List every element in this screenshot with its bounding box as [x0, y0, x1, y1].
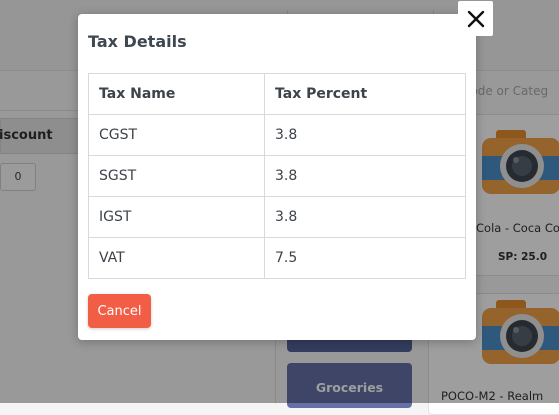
close-button[interactable]: [458, 1, 493, 36]
tax-name-cell: IGST: [88, 196, 265, 238]
tax-details-modal: Tax Details Tax Name Tax Percent CGST 3.…: [78, 14, 476, 340]
modal-title: Tax Details: [88, 32, 187, 51]
tax-percent-cell: 3.8: [264, 196, 466, 238]
tax-table: Tax Name Tax Percent CGST 3.8 SGST 3.8 I…: [88, 73, 466, 279]
table-row: IGST 3.8: [88, 196, 466, 238]
close-icon: [467, 10, 484, 27]
table-header-row: Tax Name Tax Percent: [88, 73, 466, 115]
tax-name-cell: SGST: [88, 155, 265, 197]
table-row: VAT 7.5: [88, 237, 466, 279]
tax-name-cell: CGST: [88, 114, 265, 156]
table-row: SGST 3.8: [88, 155, 466, 197]
cancel-button[interactable]: Cancel: [88, 294, 151, 328]
tax-percent-cell: 7.5: [264, 237, 466, 279]
table-row: CGST 3.8: [88, 114, 466, 156]
tax-percent-cell: 3.8: [264, 155, 466, 197]
column-header-tax-name: Tax Name: [88, 73, 265, 115]
column-header-tax-percent: Tax Percent: [264, 73, 466, 115]
tax-name-cell: VAT: [88, 237, 265, 279]
tax-percent-cell: 3.8: [264, 114, 466, 156]
